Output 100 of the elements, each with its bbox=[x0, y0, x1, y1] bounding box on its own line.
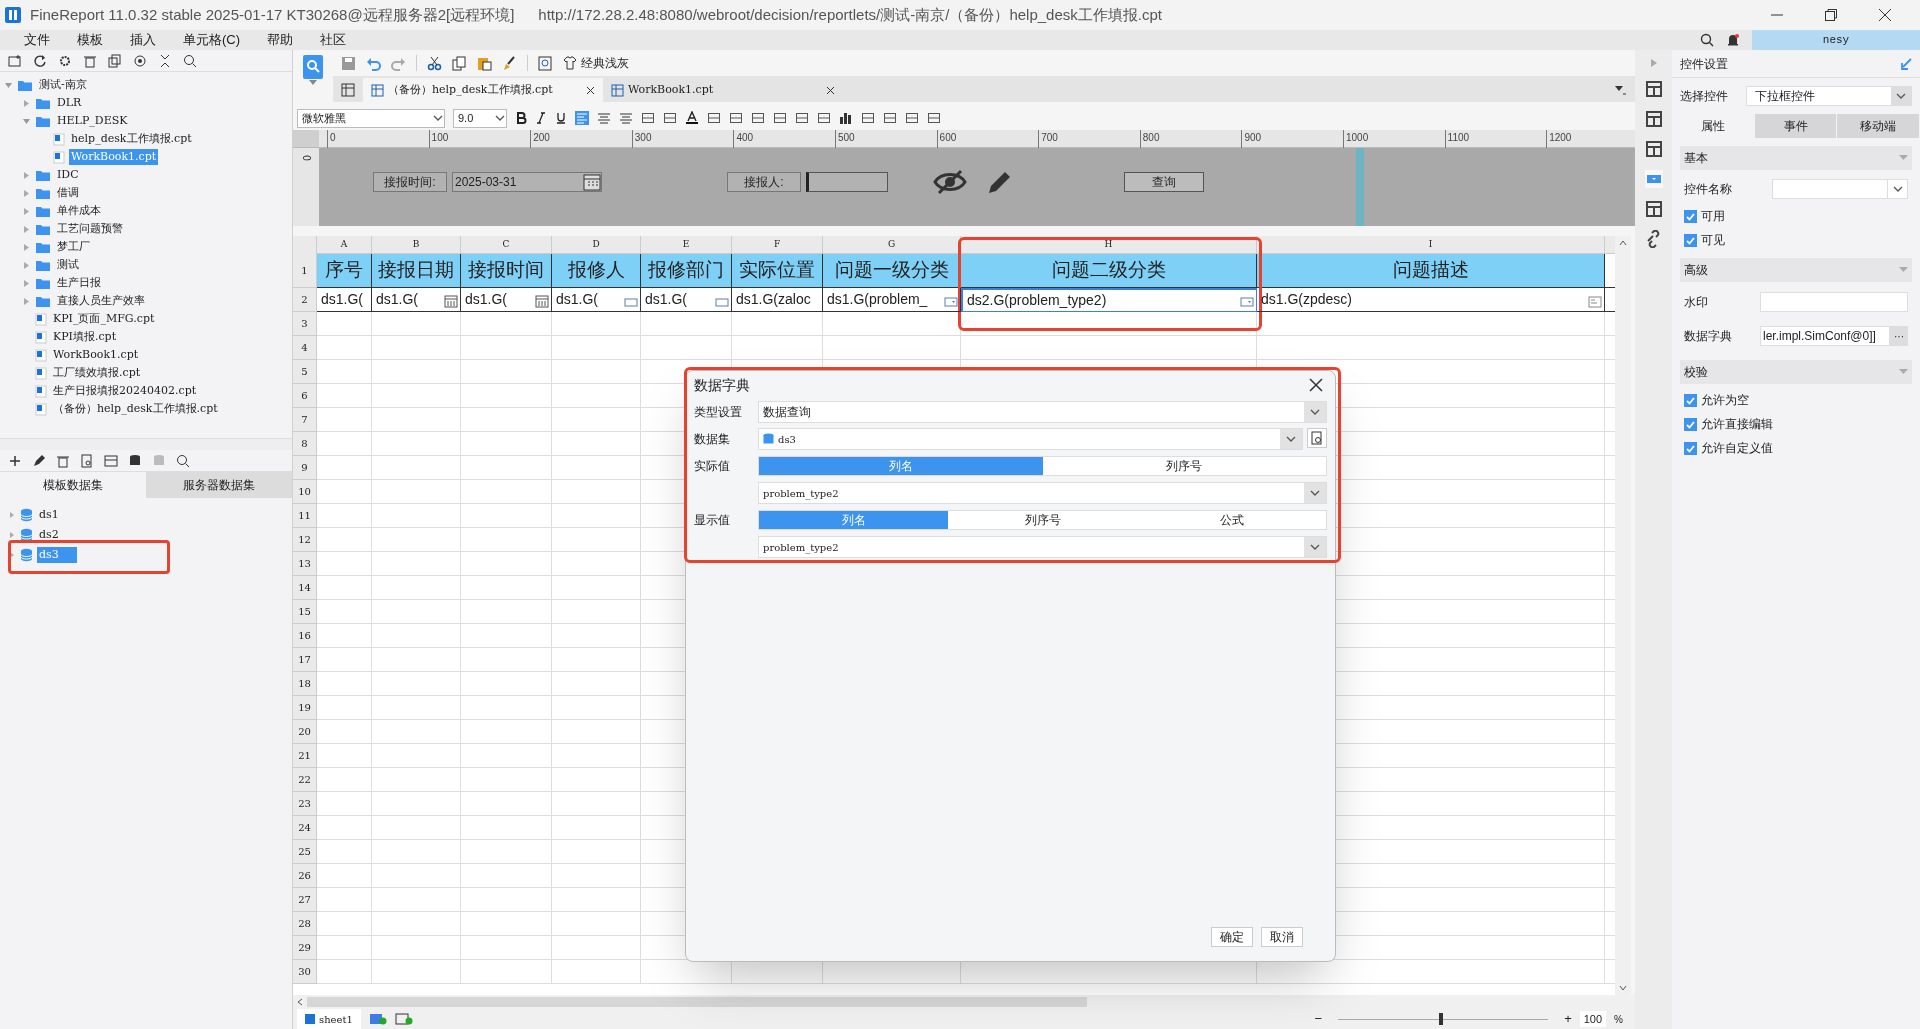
table-cell[interactable]: 序号 bbox=[317, 254, 372, 288]
row-header[interactable]: 15 bbox=[293, 600, 317, 624]
trash-icon[interactable] bbox=[83, 53, 97, 68]
zoom-slider[interactable] bbox=[1338, 1013, 1549, 1025]
widget-type-select[interactable]: 下拉框控件 bbox=[1746, 86, 1912, 106]
table-cell[interactable]: 报修部门 bbox=[641, 254, 732, 288]
search-icon[interactable] bbox=[1700, 33, 1714, 47]
text-field[interactable] bbox=[806, 172, 888, 192]
close-icon[interactable] bbox=[1309, 378, 1323, 392]
underline-icon[interactable] bbox=[555, 112, 567, 124]
row-header[interactable]: 10 bbox=[293, 480, 317, 504]
query-button[interactable]: 查询 bbox=[1124, 172, 1204, 192]
dictionary-field[interactable]: ler.impl.SimConf@0]] bbox=[1760, 326, 1890, 346]
copy-icon[interactable] bbox=[452, 55, 467, 71]
save-icon[interactable] bbox=[341, 55, 356, 71]
zoom-in-button[interactable]: + bbox=[1564, 1009, 1572, 1029]
table-cell[interactable]: ds1.G( bbox=[641, 288, 732, 312]
folder-name[interactable]: 测试 bbox=[55, 256, 81, 274]
file-name[interactable]: 工厂绩效填报.cpt bbox=[51, 364, 143, 382]
vertical-scrollbar[interactable] bbox=[1615, 236, 1631, 995]
row-header[interactable]: 3 bbox=[293, 312, 317, 336]
bold-icon[interactable] bbox=[515, 112, 527, 124]
pencil-icon[interactable] bbox=[32, 453, 46, 468]
cancel-button[interactable]: 取消 bbox=[1261, 927, 1303, 947]
redo-icon[interactable] bbox=[391, 55, 406, 71]
collapse-arrow-icon[interactable] bbox=[22, 116, 31, 126]
eye-slash-icon[interactable] bbox=[933, 168, 967, 196]
align-center-icon[interactable] bbox=[597, 111, 611, 125]
template-icon[interactable] bbox=[302, 54, 324, 80]
row-header[interactable]: 24 bbox=[293, 816, 317, 840]
file-name[interactable]: KPI填报.cpt bbox=[51, 328, 119, 346]
expand-arrow-icon[interactable] bbox=[22, 260, 31, 270]
column-select[interactable]: problem_type2 bbox=[758, 482, 1327, 504]
table-cell[interactable]: ds1.G( bbox=[461, 288, 552, 312]
menu-item[interactable]: 插入 bbox=[129, 30, 156, 50]
zoom-out-button[interactable]: − bbox=[1314, 1009, 1323, 1029]
table-cell[interactable]: 问题描述 bbox=[1257, 254, 1605, 288]
add-form-icon[interactable] bbox=[394, 1013, 413, 1025]
font-select[interactable]: 微软雅黑 bbox=[297, 108, 445, 128]
row-header[interactable]: 8 bbox=[293, 432, 317, 456]
file-name[interactable]: WorkBook1.cpt bbox=[51, 346, 141, 364]
row-header[interactable]: 12 bbox=[293, 528, 317, 552]
row-header[interactable]: 28 bbox=[293, 912, 317, 936]
sheet-tab[interactable]: sheet1 bbox=[297, 1009, 361, 1029]
align-right-icon[interactable] bbox=[619, 111, 633, 125]
target-icon[interactable] bbox=[133, 53, 147, 68]
scroll-left-icon[interactable] bbox=[297, 998, 303, 1006]
zoom-value[interactable]: 100 bbox=[1579, 1010, 1607, 1028]
table-cell[interactable]: ds1.G(problem_ bbox=[823, 288, 961, 312]
brush-icon[interactable] bbox=[502, 55, 517, 71]
section-header[interactable]: 校验 bbox=[1680, 360, 1912, 384]
restore-icon[interactable] bbox=[1824, 8, 1838, 22]
folder-name[interactable]: 生产日报 bbox=[55, 274, 103, 292]
table-cell[interactable]: ds1.G( bbox=[317, 288, 372, 312]
folder-name[interactable]: 梦工厂 bbox=[55, 238, 92, 256]
row-header[interactable]: 27 bbox=[293, 888, 317, 912]
section-header[interactable]: 基本 bbox=[1680, 146, 1912, 170]
row-header[interactable]: 5 bbox=[293, 360, 317, 384]
row-header[interactable]: 25 bbox=[293, 840, 317, 864]
expand-arrow-icon[interactable] bbox=[22, 224, 31, 234]
close-icon[interactable] bbox=[586, 85, 595, 95]
close-icon[interactable] bbox=[826, 85, 835, 95]
row-header[interactable]: 6 bbox=[293, 384, 317, 408]
menu-item[interactable]: 帮助 bbox=[267, 30, 293, 50]
folder-name[interactable]: 借调 bbox=[55, 184, 81, 202]
search-icon[interactable] bbox=[176, 453, 190, 468]
expand-arrow-icon[interactable] bbox=[8, 551, 16, 559]
expand-arrow-icon[interactable] bbox=[22, 278, 31, 288]
expand-arrow-icon[interactable] bbox=[22, 206, 31, 216]
row-header[interactable]: 26 bbox=[293, 864, 317, 888]
table-cell[interactable]: 实际位置 bbox=[732, 254, 823, 288]
checkbox[interactable] bbox=[1684, 393, 1697, 407]
expand-arrow-icon[interactable] bbox=[22, 170, 31, 180]
collapse-arrow-icon[interactable] bbox=[4, 80, 13, 90]
section-header[interactable]: 高级 bbox=[1680, 258, 1912, 282]
dataset-name[interactable]: ds2 bbox=[37, 526, 61, 544]
table-cell[interactable]: ds1.G(zaloc bbox=[732, 288, 823, 312]
table-cell[interactable]: 接报时间 bbox=[461, 254, 552, 288]
horizontal-scrollbar[interactable] bbox=[307, 997, 1087, 1007]
row-header[interactable]: 7 bbox=[293, 408, 317, 432]
type-select[interactable]: 数据查询 bbox=[758, 401, 1327, 423]
user-name[interactable]: nesy bbox=[1752, 30, 1920, 50]
row-header[interactable]: 4 bbox=[293, 336, 317, 360]
menu-item[interactable]: 社区 bbox=[319, 30, 346, 50]
font-color-icon[interactable] bbox=[685, 111, 699, 125]
row-header[interactable]: 16 bbox=[293, 624, 317, 648]
file-name[interactable]: KPI_页面_MFG.cpt bbox=[51, 310, 157, 328]
close-icon[interactable] bbox=[1878, 8, 1892, 22]
new-folder-icon[interactable] bbox=[8, 53, 22, 68]
table-cell[interactable]: 问题二级分类 bbox=[961, 254, 1257, 288]
checkbox[interactable] bbox=[1684, 417, 1697, 431]
property-tab[interactable]: 事件 bbox=[1754, 114, 1838, 138]
widget-settings-icon[interactable] bbox=[1644, 170, 1663, 188]
expand-arrow-icon[interactable] bbox=[22, 98, 31, 108]
column-select[interactable]: problem_type2 bbox=[758, 536, 1327, 558]
preview-icon[interactable] bbox=[1307, 428, 1327, 448]
table-cell[interactable]: ds2.G(problem_type2) bbox=[961, 288, 1257, 312]
folder-name[interactable]: 工艺问题预警 bbox=[55, 220, 125, 238]
database-icon[interactable] bbox=[128, 453, 142, 468]
menu-item[interactable]: 文件 bbox=[24, 30, 50, 50]
